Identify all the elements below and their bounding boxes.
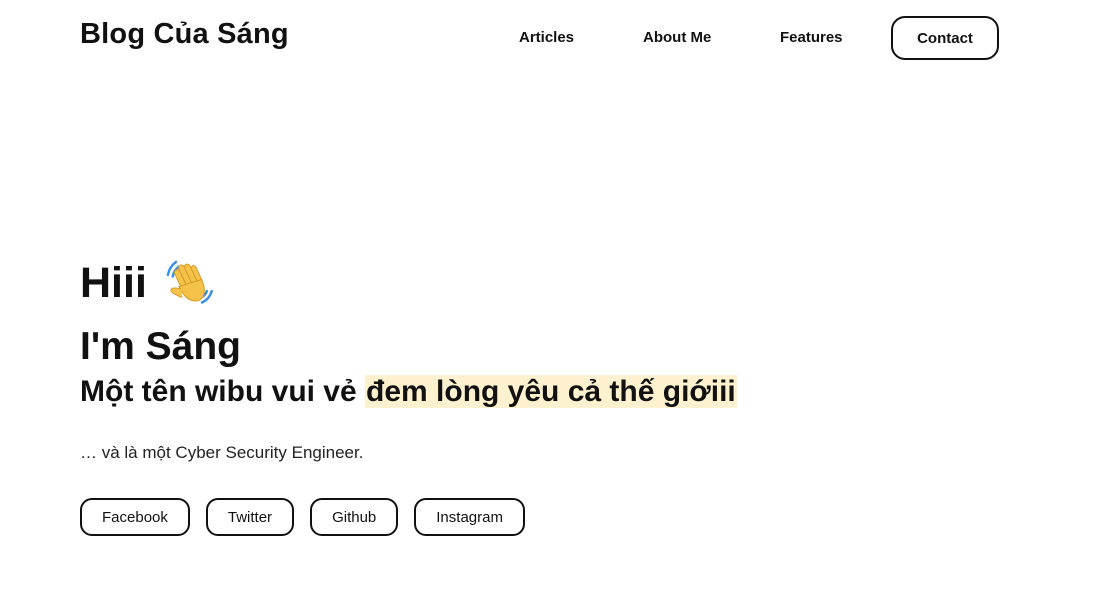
hero-section: Hiii I'm Sáng Một tên wibu vui vẻ đem lò… <box>80 252 1040 410</box>
instagram-link[interactable]: Instagram <box>414 498 525 536</box>
name-heading: I'm Sáng <box>80 325 241 368</box>
contact-button[interactable]: Contact <box>891 16 999 60</box>
nav-about-link[interactable]: About Me <box>643 29 711 46</box>
greeting-text: Hiii <box>80 259 147 307</box>
nav-articles-link[interactable]: Articles <box>519 29 574 46</box>
site-brand-link[interactable]: Blog Của Sáng <box>80 18 289 51</box>
tagline-heading: Một tên wibu vui vẻ đem lòng yêu cả thế … <box>80 374 1040 410</box>
site-header: Blog Của Sáng Articles About Me Features… <box>0 0 1110 76</box>
tagline-text: Một tên wibu vui vẻ <box>80 375 366 408</box>
social-links: Facebook Twitter Github Instagram <box>80 498 525 536</box>
hero-subtitle: … và là một Cyber Security Engineer. <box>80 443 364 462</box>
tagline-highlight: đem lòng yêu cả thế giớiii <box>365 375 737 408</box>
facebook-link[interactable]: Facebook <box>80 498 190 536</box>
waving-hand-icon <box>163 257 215 309</box>
greeting-heading: Hiii <box>80 252 1040 314</box>
twitter-link[interactable]: Twitter <box>205 498 295 536</box>
nav-features-link[interactable]: Features <box>780 29 843 46</box>
github-link[interactable]: Github <box>310 498 399 536</box>
